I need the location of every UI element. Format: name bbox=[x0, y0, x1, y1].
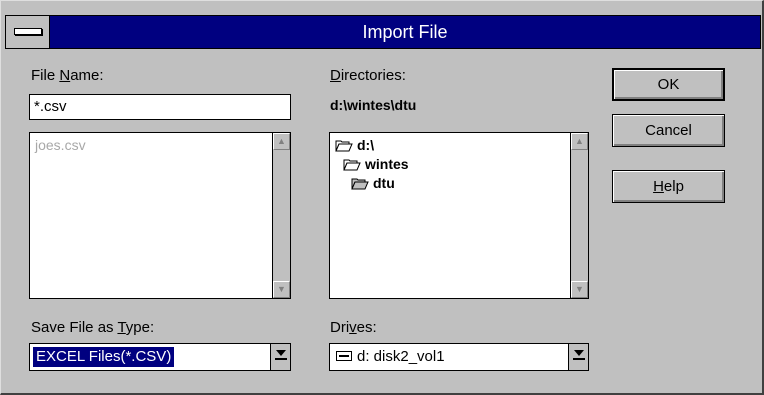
directory-list-scrollbar[interactable]: ▲ ▼ bbox=[570, 133, 588, 298]
system-menu-button[interactable] bbox=[6, 16, 50, 48]
import-file-dialog: Import File File Name: *.csv joes.csv ▲ … bbox=[0, 0, 764, 395]
help-button[interactable]: Help bbox=[612, 170, 725, 203]
window-title: Import File bbox=[362, 22, 448, 42]
dropdown-arrow-icon[interactable] bbox=[568, 344, 588, 370]
directory-item-wintes[interactable]: wintes bbox=[343, 156, 409, 172]
open-folder-icon bbox=[351, 177, 369, 190]
file-name-input[interactable]: *.csv bbox=[29, 94, 291, 120]
file-type-dropdown[interactable]: EXCEL Files(*.CSV) bbox=[29, 343, 291, 371]
directory-item-dtu[interactable]: dtu bbox=[351, 175, 395, 191]
drive-icon bbox=[336, 351, 352, 362]
drives-dropdown[interactable]: d: disk2_vol1 bbox=[329, 343, 589, 371]
current-directory-path: d:\wintes\dtu bbox=[330, 97, 417, 113]
file-type-selected: EXCEL Files(*.CSV) bbox=[31, 346, 176, 368]
file-name-label: File Name: bbox=[31, 67, 104, 84]
file-list[interactable]: joes.csv ▲ ▼ bbox=[29, 132, 291, 299]
title-bar: Import File bbox=[5, 15, 761, 49]
scroll-up-icon[interactable]: ▲ bbox=[571, 133, 588, 150]
file-type-label: Save File as Type: bbox=[31, 319, 155, 336]
ok-button[interactable]: OK bbox=[612, 68, 725, 101]
system-menu-icon bbox=[14, 28, 42, 35]
directory-list[interactable]: d:\ wintes dtu ▲ ▼ bbox=[329, 132, 589, 299]
drives-label: Drives: bbox=[330, 319, 377, 336]
scroll-down-icon[interactable]: ▼ bbox=[273, 281, 290, 298]
file-list-item[interactable]: joes.csv bbox=[35, 137, 86, 153]
scroll-up-icon[interactable]: ▲ bbox=[273, 133, 290, 150]
open-folder-icon bbox=[343, 158, 361, 171]
dropdown-arrow-icon[interactable] bbox=[270, 344, 290, 370]
directories-label: Directories: bbox=[330, 67, 406, 84]
drives-selected: d: disk2_vol1 bbox=[333, 347, 448, 367]
cancel-button[interactable]: Cancel bbox=[612, 114, 725, 147]
file-list-scrollbar[interactable]: ▲ ▼ bbox=[272, 133, 290, 298]
directory-item-root[interactable]: d:\ bbox=[335, 137, 374, 153]
open-folder-icon bbox=[335, 139, 353, 152]
scroll-down-icon[interactable]: ▼ bbox=[571, 281, 588, 298]
